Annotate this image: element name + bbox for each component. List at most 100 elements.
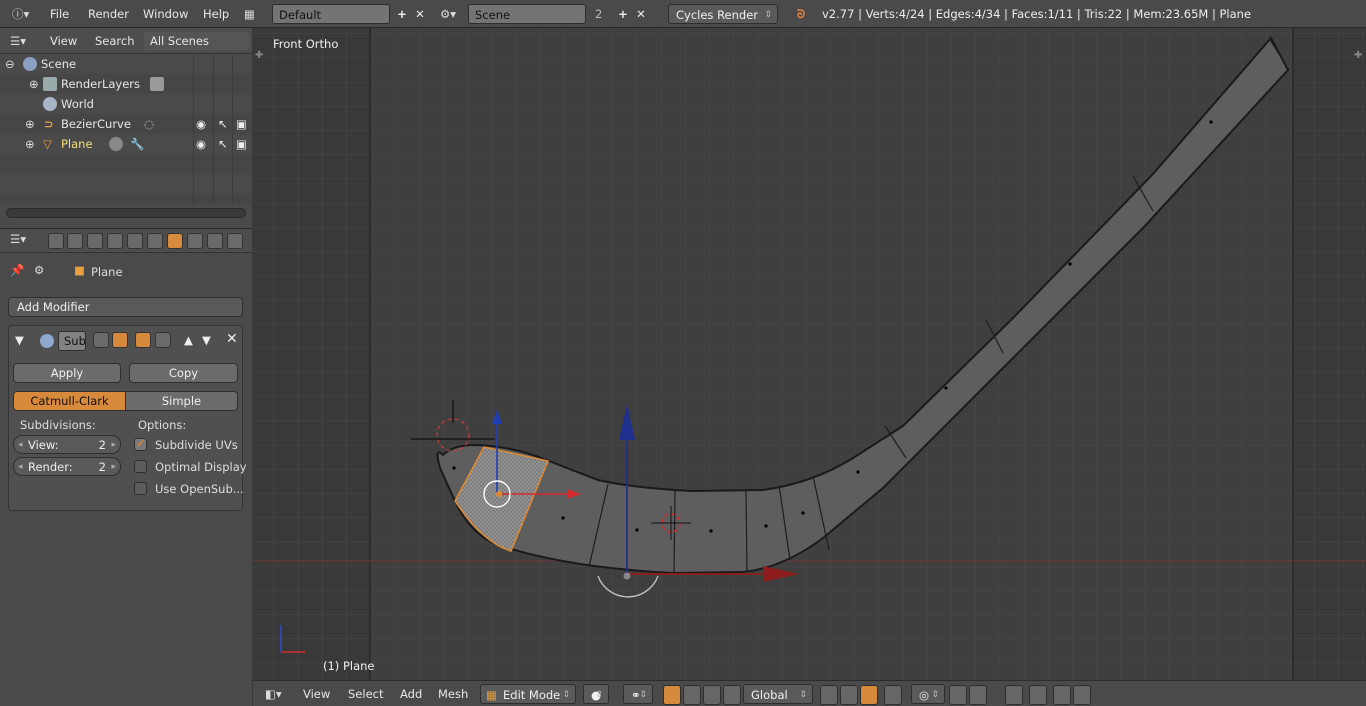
outliner-item-scene[interactable]: ⊖ Scene [0,54,252,74]
mesh-data-icon[interactable] [109,137,123,151]
editmode-toggle-icon[interactable] [135,332,151,348]
outliner-item-beziercurve[interactable]: ⊕ ⊃ BezierCurve ◌ ◉ ↖ ▣ [0,114,252,134]
visibility-eye-icon[interactable]: ◉ [196,134,206,154]
scene-tab-icon[interactable] [87,233,103,249]
expand-toggle-icon[interactable]: ⊕ [25,114,35,134]
outliner-view-menu[interactable]: View [50,32,77,50]
vertex-select-icon[interactable] [820,685,838,705]
snap-toggle-icon[interactable] [1005,685,1023,705]
menu-window[interactable]: Window [143,4,188,24]
outliner-item-renderlayers[interactable]: ⊕ RenderLayers [0,74,252,94]
menu-view[interactable]: View [303,684,330,704]
render-tab-icon[interactable] [48,233,64,249]
layout-add-button[interactable]: + [393,4,411,24]
viewport-eye-icon[interactable] [112,332,128,348]
edit-mode-icon: ▦ [486,688,497,702]
3d-viewport[interactable]: Front Ortho (1) Plane ✚ ✚ [253,28,1366,680]
scale-manipulator-icon[interactable] [723,685,741,705]
editor-type-icon[interactable]: ◧▾ [265,684,282,704]
opengl-render-icon[interactable] [1073,685,1091,705]
scene-add-button[interactable]: + [614,4,632,24]
render-toggle-icon[interactable] [93,332,109,348]
manipulator-toggle[interactable] [663,685,681,705]
outliner-item-plane[interactable]: ⊕ ▽ Plane 🔧 ◉ ↖ ▣ [0,134,252,154]
render-levels-field[interactable]: Render: 2 [13,457,121,476]
subdivide-uvs-checkbox[interactable] [134,436,147,451]
select-arrow-icon[interactable]: ↖ [218,114,228,134]
opensubdiv-checkbox[interactable] [134,482,147,495]
viewport-canvas[interactable] [253,28,1366,680]
add-modifier-select[interactable]: Add Modifier [8,297,243,317]
modifiers-tab-icon[interactable] [167,233,183,249]
cage-toggle-icon[interactable] [155,332,171,348]
outliner-editor-icon[interactable]: ☰▾ [10,32,26,50]
constraints-tab-icon[interactable] [147,233,163,249]
menu-render[interactable]: Render [88,4,129,24]
object-tab-icon[interactable] [127,233,143,249]
outliner-search-menu[interactable]: Search [95,32,135,50]
outliner-filter-select[interactable]: All Scenes [144,32,250,50]
wrench-icon[interactable]: 🔧 [130,134,144,154]
menu-add[interactable]: Add [400,684,422,704]
simple-button[interactable]: Simple [125,391,238,411]
scene-close-button[interactable]: ✕ [632,4,650,24]
remove-modifier-icon[interactable]: ✕ [226,331,238,347]
scene-field[interactable]: Scene [468,4,586,24]
orientation-select[interactable]: Global [743,684,813,705]
texture-tab-icon[interactable] [227,233,243,249]
pivot-select[interactable]: ⚭ [623,684,653,705]
outliner-scrollbar[interactable] [6,208,246,218]
move-up-icon[interactable]: ▲ [184,333,193,347]
render-preview-icon[interactable] [1053,685,1071,705]
translate-manipulator-icon[interactable] [683,685,701,705]
face-select-icon[interactable] [860,685,878,705]
data-tab-icon[interactable] [187,233,203,249]
modifier-name-field[interactable]: Sub [58,331,86,351]
edge-select-icon[interactable] [840,685,858,705]
viewport-corner-plus-icon[interactable]: ✚ [255,50,263,61]
world-tab-icon[interactable] [107,233,123,249]
material-tab-icon[interactable] [207,233,223,249]
outliner-item-label: World [61,97,94,111]
menu-mesh[interactable]: Mesh [438,684,468,704]
copy-button[interactable]: Copy [129,363,238,383]
falloff-icon[interactable] [949,685,967,705]
info-header: ⓘ▾ File Render Window Help ▦ Default + ✕… [0,0,1366,28]
render-engine-select[interactable]: Cycles Render [668,4,778,25]
snap-target-icon[interactable] [1029,685,1047,705]
expand-toggle-icon[interactable]: ⊕ [25,134,35,154]
mirror-icon[interactable] [969,685,987,705]
render-camera-icon[interactable]: ▣ [236,114,247,134]
renderlayers-tab-icon[interactable] [67,233,83,249]
select-arrow-icon[interactable]: ↖ [218,134,228,154]
apply-button[interactable]: Apply [13,363,121,383]
pin-icon[interactable]: 📌 [10,263,24,277]
render-icon[interactable] [150,77,164,91]
info-editor-icon[interactable]: ⓘ▾ [12,4,34,24]
scene-icon[interactable]: ⚙▾ [440,4,462,24]
layout-field[interactable]: Default [272,4,390,24]
menu-file[interactable]: File [50,4,69,24]
expand-toggle-icon[interactable]: ⊖ [5,54,15,74]
layout-icon[interactable]: ▦ [244,4,262,24]
collapse-triangle-icon[interactable]: ▼ [15,333,24,347]
layout-close-button[interactable]: ✕ [411,4,429,24]
render-camera-icon[interactable]: ▣ [236,134,247,154]
rotate-manipulator-icon[interactable] [703,685,721,705]
move-down-icon[interactable]: ▼ [202,333,211,347]
menu-help[interactable]: Help [203,4,229,24]
outliner-item-world[interactable]: World [0,94,252,114]
expand-toggle-icon[interactable]: ⊕ [29,74,39,94]
visibility-eye-icon[interactable]: ◉ [196,114,206,134]
menu-select[interactable]: Select [348,684,383,704]
optimal-display-checkbox[interactable] [134,460,147,473]
viewport-corner-plus-icon[interactable]: ✚ [1354,50,1362,61]
proportional-edit-select[interactable]: ◎ [911,684,945,705]
curve-data-icon[interactable]: ◌ [144,114,154,134]
limit-selection-icon[interactable] [884,685,902,705]
mode-select[interactable]: ▦ Edit Mode [480,684,576,705]
catmull-clark-button[interactable]: Catmull-Clark [13,391,126,411]
shading-select[interactable]: ● [583,684,609,705]
view-levels-field[interactable]: View: 2 [13,435,121,454]
properties-editor-icon[interactable]: ☰▾ [10,232,26,246]
